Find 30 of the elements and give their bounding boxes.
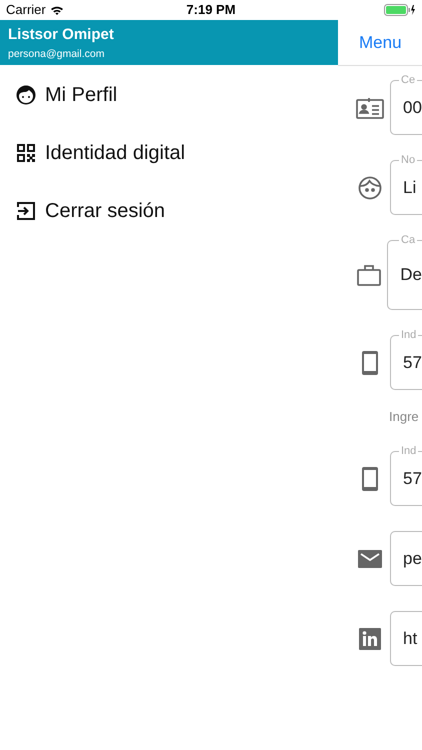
- briefcase-icon: [356, 264, 381, 286]
- qr-code-icon: [16, 143, 36, 163]
- menu-link[interactable]: Menu: [359, 30, 402, 56]
- id-card-icon: [356, 96, 384, 118]
- field-value: ht: [403, 628, 418, 650]
- wifi-icon: [50, 4, 64, 16]
- field-value: Li: [403, 176, 416, 199]
- menu-item[interactable]: Cerrar sesión: [45, 196, 166, 226]
- carrier-label: Carrier: [6, 1, 46, 20]
- field-value: 57: [403, 352, 422, 374]
- field-value: 00: [403, 96, 422, 119]
- linkedin-icon: [359, 628, 381, 650]
- phone-icon: [362, 350, 378, 374]
- menu-item[interactable]: Identidad digital: [45, 138, 186, 168]
- field-value: 57: [403, 468, 422, 490]
- phone-icon: [362, 466, 378, 490]
- user-email: persona@gmail.com: [8, 47, 106, 62]
- menu-item[interactable]: Mi Perfil: [45, 80, 118, 110]
- face-icon: [16, 85, 36, 105]
- user-name: Listsor Omipet: [8, 25, 115, 45]
- field-value: De: [400, 264, 422, 286]
- face-icon: [358, 176, 382, 200]
- input-field[interactable]: pe: [390, 531, 422, 586]
- battery-icon: [384, 4, 416, 16]
- exit-icon: [16, 201, 36, 221]
- status-time: 7:19 PM: [186, 1, 236, 20]
- mail-icon: [358, 550, 382, 568]
- input-field[interactable]: ht: [390, 611, 422, 666]
- field-value: pe: [403, 548, 422, 570]
- hint-text: Ingre: [389, 408, 419, 426]
